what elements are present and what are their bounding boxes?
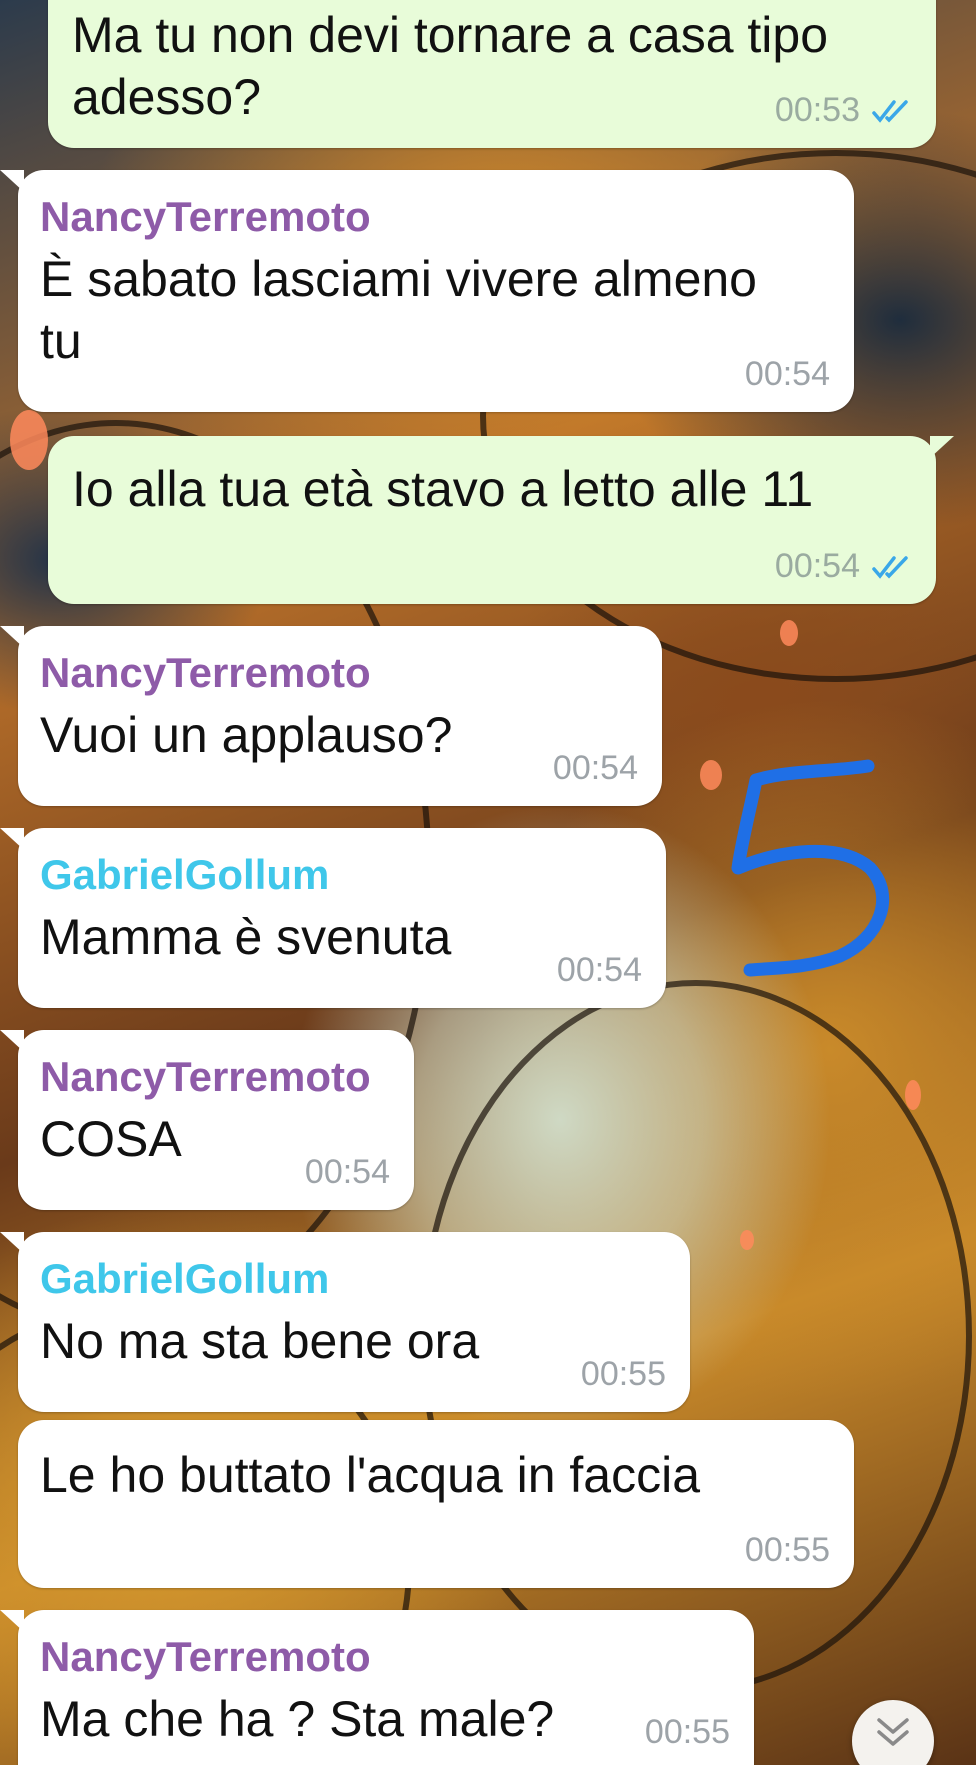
message-meta: 00:54	[775, 547, 912, 586]
sender-name[interactable]: NancyTerremoto	[40, 192, 832, 242]
message-time: 00:54	[556, 951, 642, 989]
message-meta: 00:55	[581, 1355, 666, 1394]
message-meta: 00:55	[645, 1713, 730, 1752]
message-time: 00:54	[774, 547, 860, 585]
message-time: 00:53	[774, 91, 860, 129]
incoming-message[interactable]: NancyTerremoto È sabato lasciami vivere …	[0, 170, 854, 412]
sender-name[interactable]: GabrielGollum	[40, 850, 644, 900]
message-meta: 00:55	[745, 1531, 830, 1570]
message-text: Le ho buttato l'acqua in faccia	[40, 1447, 701, 1503]
message-meta: 00:54	[745, 355, 830, 394]
message-text: No ma sta bene ora	[40, 1313, 480, 1369]
message-meta: 00:54	[305, 1153, 390, 1192]
incoming-message[interactable]: NancyTerremoto COSA 00:54	[0, 1030, 414, 1210]
message-meta: 00:54	[553, 749, 638, 788]
message-time: 00:55	[644, 1713, 730, 1751]
sender-name[interactable]: NancyTerremoto	[40, 1052, 392, 1102]
message-time: 00:55	[744, 1531, 830, 1569]
message-meta: 00:53	[775, 91, 912, 130]
read-receipt-icon	[872, 99, 908, 123]
message-text: Mamma è svenuta	[40, 909, 452, 965]
handwritten-number-five	[731, 759, 890, 977]
double-chevron-down-icon	[877, 1718, 909, 1746]
message-text: Ma che ha ? Sta male?	[40, 1691, 555, 1747]
incoming-message[interactable]: NancyTerremoto Vuoi un applauso? 00:54	[0, 626, 662, 806]
sender-name[interactable]: NancyTerremoto	[40, 648, 640, 698]
sender-name[interactable]: GabrielGollum	[40, 1254, 668, 1304]
message-time: 00:55	[580, 1355, 666, 1393]
message-text: Ma tu non devi tornare a casa tipo adess…	[72, 7, 829, 125]
message-time: 00:54	[304, 1153, 390, 1191]
incoming-message[interactable]: NancyTerremoto Ma che ha ? Sta male? 00:…	[0, 1610, 754, 1765]
message-meta: 00:54	[557, 951, 642, 990]
message-text: È sabato lasciami vivere almeno tu	[40, 251, 757, 369]
message-time: 00:54	[744, 355, 830, 393]
message-time: 00:54	[552, 749, 638, 787]
message-text: Io alla tua età stavo a letto alle 11	[72, 461, 814, 517]
incoming-message[interactable]: Le ho buttato l'acqua in faccia 00:55	[18, 1420, 854, 1588]
incoming-message[interactable]: GabrielGollum No ma sta bene ora 00:55	[0, 1232, 690, 1412]
incoming-message[interactable]: GabrielGollum Mamma è svenuta 00:54	[0, 828, 666, 1008]
message-text: Vuoi un applauso?	[40, 707, 453, 763]
read-receipt-icon	[872, 555, 908, 579]
sender-name[interactable]: NancyTerremoto	[40, 1632, 732, 1682]
outgoing-message[interactable]: Io alla tua età stavo a letto alle 11 00…	[48, 436, 954, 604]
outgoing-message[interactable]: Ma tu non devi tornare a casa tipo adess…	[48, 0, 936, 148]
